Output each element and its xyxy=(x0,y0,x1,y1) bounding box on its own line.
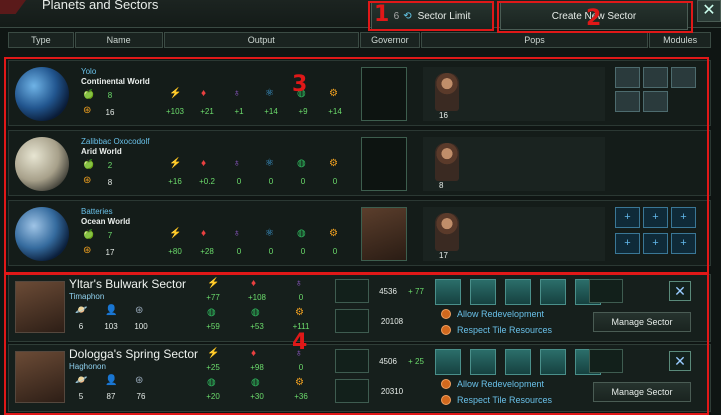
col-modules[interactable]: Modules xyxy=(649,32,711,48)
annotation-box-3 xyxy=(4,57,709,274)
column-headers: Type Name Output Governor Pops Modules xyxy=(8,32,712,48)
col-output[interactable]: Output xyxy=(163,32,359,48)
annotation-label-4: 4 xyxy=(292,330,308,355)
annotation-label-3: 3 xyxy=(292,72,308,97)
close-window-button[interactable]: ✕ xyxy=(697,0,721,22)
empire-emblem-icon xyxy=(0,0,26,14)
col-name[interactable]: Name xyxy=(74,32,163,48)
annotation-box-4 xyxy=(4,273,709,415)
col-pops[interactable]: Pops xyxy=(420,32,649,48)
window-title: Planets and Sectors xyxy=(42,0,159,12)
annotation-label-1: 1 xyxy=(374,2,390,27)
annotation-label-2: 2 xyxy=(586,6,602,31)
col-type[interactable]: Type xyxy=(8,32,74,48)
col-governor[interactable]: Governor xyxy=(360,32,420,48)
